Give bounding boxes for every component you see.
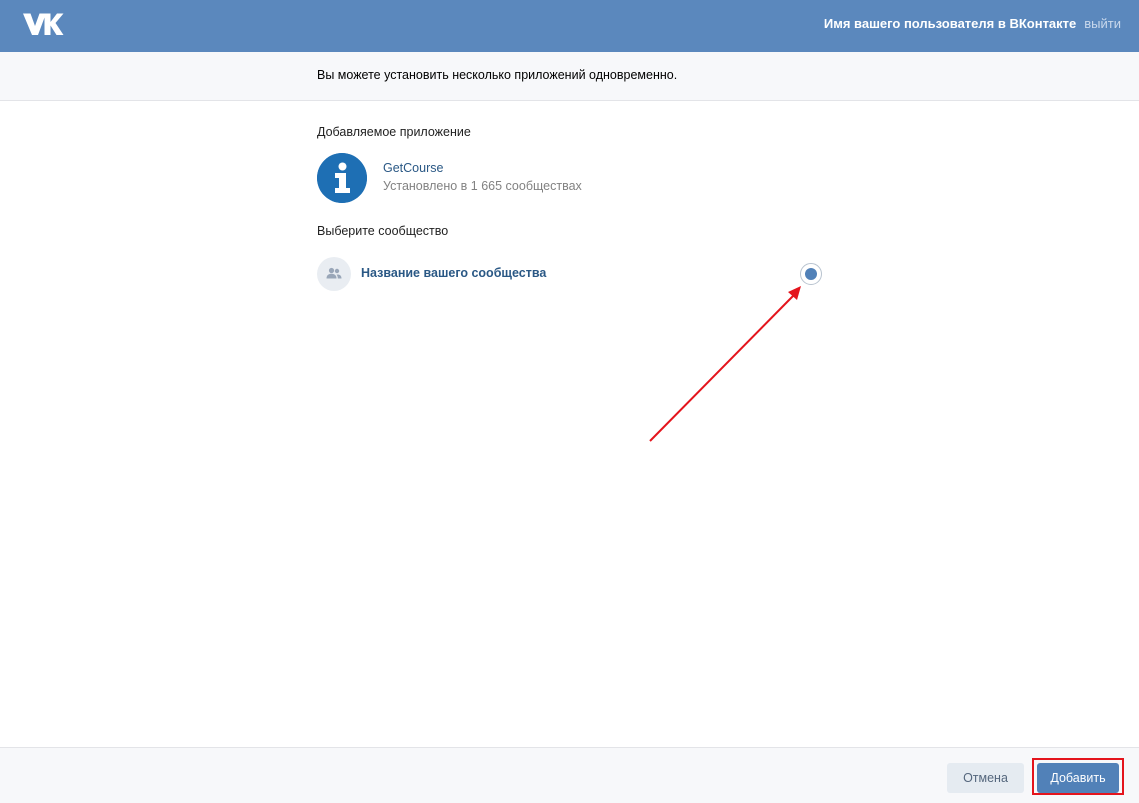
info-icon[interactable] [317, 153, 367, 203]
community-radio[interactable] [800, 263, 822, 285]
header-user-block: Имя вашего пользователя в ВКонтакте выйт… [824, 0, 1121, 47]
logout-link[interactable]: выйти [1084, 16, 1121, 31]
community-avatar [317, 257, 351, 291]
vk-logo-icon[interactable] [22, 12, 64, 37]
info-text: Вы можете установить несколько приложени… [317, 68, 678, 82]
footer-bar: Отмена Добавить [0, 747, 1139, 803]
info-strip: Вы можете установить несколько приложени… [0, 52, 1139, 101]
app-name-link[interactable]: GetCourse [383, 161, 443, 175]
top-header: Имя вашего пользователя в ВКонтакте выйт… [0, 0, 1139, 52]
annotation-arrow [649, 286, 801, 442]
radio-selected-dot [805, 268, 817, 280]
community-name: Название вашего сообщества [361, 266, 547, 280]
users-icon [326, 267, 342, 279]
header-username[interactable]: Имя вашего пользователя в ВКонтакте [824, 16, 1076, 31]
app-install-page: Имя вашего пользователя в ВКонтакте выйт… [0, 0, 1139, 803]
cancel-button[interactable]: Отмена [947, 763, 1024, 793]
app-installed-count: Установлено в 1 665 сообществах [383, 179, 582, 193]
community-option-row[interactable]: Название вашего сообщества [317, 256, 825, 292]
community-section-title: Выберите сообщество [317, 224, 449, 238]
add-button[interactable]: Добавить [1037, 763, 1119, 793]
app-section-title: Добавляемое приложение [317, 125, 471, 139]
